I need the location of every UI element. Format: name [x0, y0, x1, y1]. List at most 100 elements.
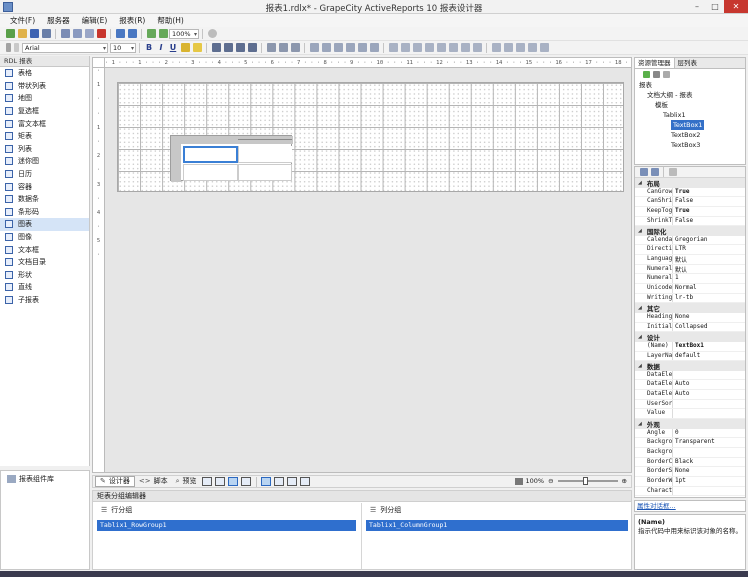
- spacing-icon-1[interactable]: [388, 43, 398, 52]
- zoom-minus-icon[interactable]: ⊖: [548, 477, 553, 485]
- property-value[interactable]: 0: [673, 429, 745, 438]
- redo-icon[interactable]: [127, 29, 137, 38]
- collapse-icon[interactable]: ◢: [638, 180, 642, 186]
- property-row[interactable]: DataElemenAuto: [635, 390, 745, 400]
- property-row[interactable]: DataElemen: [635, 370, 745, 381]
- property-value[interactable]: lr-tb: [673, 294, 745, 303]
- property-value[interactable]: False: [673, 217, 745, 226]
- menu-report[interactable]: 报表(R): [119, 14, 145, 27]
- toolbox-item-17[interactable]: 直线: [0, 281, 89, 294]
- property-value[interactable]: [673, 371, 745, 380]
- property-row[interactable]: WritingModlr-tb: [635, 293, 745, 304]
- property-row[interactable]: CalendarGregorian: [635, 235, 745, 246]
- property-value[interactable]: default: [673, 352, 745, 361]
- property-row[interactable]: Angle 0: [635, 428, 745, 439]
- tree-node[interactable]: TextBox3: [635, 140, 745, 150]
- order-icon-1[interactable]: [491, 43, 501, 52]
- toolbox-item-4[interactable]: 富文本框: [0, 117, 89, 130]
- alphabetical-icon[interactable]: [650, 168, 659, 176]
- remove-icon[interactable]: [662, 71, 670, 78]
- property-value[interactable]: Gregorian: [673, 236, 745, 245]
- property-row[interactable]: BackgroundTransparent: [635, 438, 745, 448]
- layout-icon-4[interactable]: [345, 43, 355, 52]
- property-value[interactable]: False: [673, 197, 745, 206]
- view-icon-3[interactable]: [228, 477, 239, 486]
- undo-icon[interactable]: [115, 29, 125, 38]
- property-row[interactable]: Value: [635, 409, 745, 420]
- bold-button[interactable]: B: [144, 43, 154, 53]
- property-value[interactable]: LTR: [673, 245, 745, 254]
- property-row[interactable]: LayerNamedefault: [635, 351, 745, 362]
- align-center-icon[interactable]: [223, 43, 233, 52]
- tree-node[interactable]: Tablix1: [635, 110, 745, 120]
- toolbox-item-11[interactable]: 条形码: [0, 206, 89, 219]
- align-left-icon[interactable]: [211, 43, 221, 52]
- order-icon-5[interactable]: [539, 43, 549, 52]
- toolbox-item-16[interactable]: 形状: [0, 269, 89, 282]
- property-value[interactable]: Auto: [673, 380, 745, 389]
- back-color-icon[interactable]: [192, 43, 202, 52]
- layout-icon-2[interactable]: [321, 43, 331, 52]
- property-category[interactable]: ◢ 国际化: [635, 226, 745, 236]
- spacing-icon-5[interactable]: [436, 43, 446, 52]
- zoom-slider-knob[interactable]: [582, 477, 588, 485]
- zoom-combo[interactable]: 100%: [169, 28, 199, 39]
- property-row[interactable]: UnicodeBiDNormal: [635, 284, 745, 294]
- view-icon-1[interactable]: [202, 477, 213, 486]
- property-row[interactable]: BorderWidt1pt: [635, 476, 745, 487]
- property-value[interactable]: [673, 409, 745, 418]
- property-value[interactable]: [673, 487, 745, 496]
- property-value[interactable]: None: [673, 467, 745, 476]
- tab-script[interactable]: <> 脚本: [135, 476, 172, 487]
- property-value[interactable]: True: [673, 207, 745, 216]
- toolbox-item-18[interactable]: 子报表: [0, 294, 89, 307]
- property-row[interactable]: (Name) TextBox1: [635, 341, 745, 352]
- textbox3-cell[interactable]: [183, 164, 238, 181]
- tab-explorer[interactable]: 资源管理器: [635, 58, 675, 68]
- property-value[interactable]: Collapsed: [673, 323, 745, 332]
- layout-icon-3[interactable]: [333, 43, 343, 52]
- tree-node[interactable]: TextBox1: [635, 120, 745, 130]
- font-size-combo[interactable]: 10: [110, 42, 136, 53]
- tree-node[interactable]: 文档大纲 - 报表: [635, 90, 745, 100]
- collapse-icon[interactable]: ◢: [638, 421, 642, 427]
- menu-help[interactable]: 帮助(H): [157, 14, 184, 27]
- order-icon-3[interactable]: [515, 43, 525, 52]
- maximize-button[interactable]: □: [706, 0, 724, 13]
- tree-node[interactable]: 模板: [635, 100, 745, 110]
- delete-icon[interactable]: [96, 29, 106, 38]
- layout-icon-5[interactable]: [357, 43, 367, 52]
- align-bottoms-icon[interactable]: [290, 43, 300, 52]
- new-icon[interactable]: [5, 29, 15, 38]
- property-value[interactable]: Normal: [673, 284, 745, 293]
- save-all-icon[interactable]: [41, 29, 51, 38]
- report-library-item[interactable]: 报表组件库: [7, 474, 89, 484]
- property-category[interactable]: ◢ 设计: [635, 332, 745, 342]
- save-icon[interactable]: [29, 29, 39, 38]
- toolbox-item-6[interactable]: 列表: [0, 143, 89, 156]
- style-icon[interactable]: [13, 43, 19, 52]
- toolbox-item-13[interactable]: 图像: [0, 231, 89, 244]
- spacing-icon-6[interactable]: [448, 43, 458, 52]
- add-icon[interactable]: [642, 71, 650, 78]
- menu-edit[interactable]: 编辑(E): [82, 14, 108, 27]
- tab-designer[interactable]: ✎ 设计器: [95, 476, 135, 487]
- toolbox-item-14[interactable]: 文本框: [0, 243, 89, 256]
- property-dialog-link[interactable]: 属性对话框...: [634, 500, 746, 512]
- property-row[interactable]: Background: [635, 447, 745, 458]
- copy-icon[interactable]: [72, 29, 82, 38]
- tablix[interactable]: [170, 135, 293, 182]
- property-row[interactable]: DirectionLTR: [635, 245, 745, 256]
- property-category[interactable]: ◢ 其它: [635, 303, 745, 313]
- menu-server[interactable]: 服务器: [47, 14, 70, 27]
- edit-icon[interactable]: [652, 71, 660, 78]
- toolbox-item-12[interactable]: 图表: [0, 218, 89, 231]
- property-value[interactable]: [673, 448, 745, 457]
- categorized-icon[interactable]: [639, 168, 648, 176]
- cut-icon[interactable]: [60, 29, 70, 38]
- property-value[interactable]: None: [673, 313, 745, 322]
- underline-button[interactable]: U: [168, 43, 178, 53]
- tree-node[interactable]: TextBox2: [635, 130, 745, 140]
- view-icon-2[interactable]: [215, 477, 226, 486]
- property-value[interactable]: TextBox1: [673, 342, 745, 351]
